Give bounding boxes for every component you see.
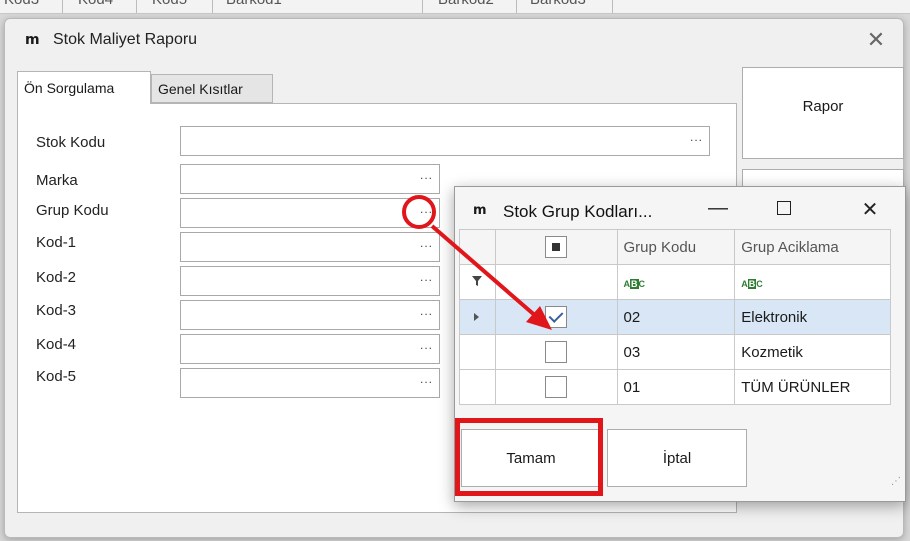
marka-field[interactable]: ... [180,164,440,194]
marka-label: Marka [36,172,78,189]
table-row[interactable]: 03 Kozmetik [459,334,891,370]
kod-4-label: Kod-4 [36,336,77,353]
grup-kodu-label: Grup Kodu [36,202,109,219]
bg-column-header: Barkod2 [438,0,494,8]
bg-column-separator [516,0,517,13]
kod-3-field[interactable]: ... [180,300,440,330]
filter-row: ABC ABC [459,264,891,300]
kod-2-label: Kod-2 [36,269,77,286]
highlight-circle-ellipsis [402,195,436,229]
row-checkbox[interactable] [545,376,568,398]
ellipsis-button[interactable]: ... [420,372,433,386]
kod-1-field[interactable]: ... [180,232,440,262]
bg-column-header: Kod3 [4,0,39,8]
ellipsis-button[interactable]: ... [420,168,433,182]
bg-column-separator [212,0,213,13]
kod-5-label: Kod-5 [36,368,77,385]
kod-1-label: Kod-1 [36,234,77,251]
filter-checkbox-cell[interactable] [494,264,618,300]
row-checkbox-cell [494,299,618,335]
ellipsis-button[interactable]: ... [690,130,703,144]
grup-aciklama-cell: Kozmetik [734,334,891,370]
row-indicator-cell [459,334,496,370]
highlight-box-tamam [455,418,603,496]
select-all-cell [494,229,618,265]
grid-header-row: Grup Kodu Grup Aciklama [459,229,891,265]
bg-column-header: Kod5 [152,0,187,8]
row-indicator-header [459,229,496,265]
kod-3-label: Kod-3 [36,302,77,319]
row-checkbox[interactable] [545,341,568,363]
bg-column-header: Barkod3 [530,0,586,8]
grup-aciklama-cell: Elektronik [734,299,891,335]
ellipsis-button[interactable]: ... [420,236,433,250]
main-title-bar: m Stok Maliyet Raporu ✕ [5,19,903,61]
row-indicator-icon [459,299,496,335]
grup-kodu-cell: 03 [616,334,736,370]
grup-kodu-header[interactable]: Grup Kodu [616,229,736,265]
ellipsis-button[interactable]: ... [420,270,433,284]
filter-grup-kodu-cell[interactable]: ABC [616,264,736,300]
tab-genel-kisitlar[interactable]: Genel Kısıtlar [151,74,273,103]
popup-title: Stok Grup Kodları... [503,202,653,221]
select-all-checkbox[interactable] [545,236,568,258]
grup-aciklama-header[interactable]: Grup Aciklama [734,229,891,265]
app-logo-icon: m [473,203,487,218]
table-row[interactable]: 02 Elektronik [459,299,891,335]
grup-kodlari-grid: Grup Kodu Grup Aciklama ABC ABC 02 Elekt… [459,229,891,405]
iptal-button[interactable]: İptal [607,429,747,487]
bg-column-header: Barkod1 [226,0,282,8]
filter-icon [459,264,496,300]
rapor-button[interactable]: Rapor [742,67,904,159]
maximize-icon[interactable] [777,201,791,215]
text-filter-icon: ABC [741,278,763,289]
grup-kodu-cell: 02 [616,299,736,335]
stok-kodu-field[interactable]: ... [180,126,710,156]
kod-2-field[interactable]: ... [180,266,440,296]
bg-column-separator [136,0,137,13]
kod-5-field[interactable]: ... [180,368,440,398]
ellipsis-button[interactable]: ... [420,304,433,318]
row-checkbox[interactable] [545,306,568,328]
grup-kodu-field[interactable]: ... [180,198,440,228]
close-icon[interactable]: ✕ [861,27,891,53]
row-indicator-cell [459,369,496,405]
bg-column-separator [612,0,613,13]
text-filter-icon: ABC [623,278,646,289]
minimize-icon[interactable]: — [703,197,733,220]
row-checkbox-cell [494,334,618,370]
bg-column-separator [62,0,63,13]
row-checkbox-cell [494,369,618,405]
kod-4-field[interactable]: ... [180,334,440,364]
close-icon[interactable]: ✕ [855,197,885,222]
filter-grup-aciklama-cell[interactable]: ABC [734,264,891,300]
window-title: Stok Maliyet Raporu [53,31,198,48]
background-grid-header: Kod3 Kod4 Kod5 Barkod1 Barkod2 Barkod3 [0,0,910,14]
table-row[interactable]: 01 TÜM ÜRÜNLER [459,369,891,405]
bg-column-header: Kod4 [78,0,113,8]
bg-column-separator [422,0,423,13]
stok-kodu-label: Stok Kodu [36,134,106,151]
ellipsis-button[interactable]: ... [420,338,433,352]
grup-aciklama-cell: TÜM ÜRÜNLER [734,369,891,405]
resize-grip-icon[interactable]: ⋰ [891,476,901,487]
tab-on-sorgulama[interactable]: Ön Sorgulama [17,71,151,104]
grup-kodu-cell: 01 [616,369,736,405]
app-logo-icon: m [25,32,40,48]
